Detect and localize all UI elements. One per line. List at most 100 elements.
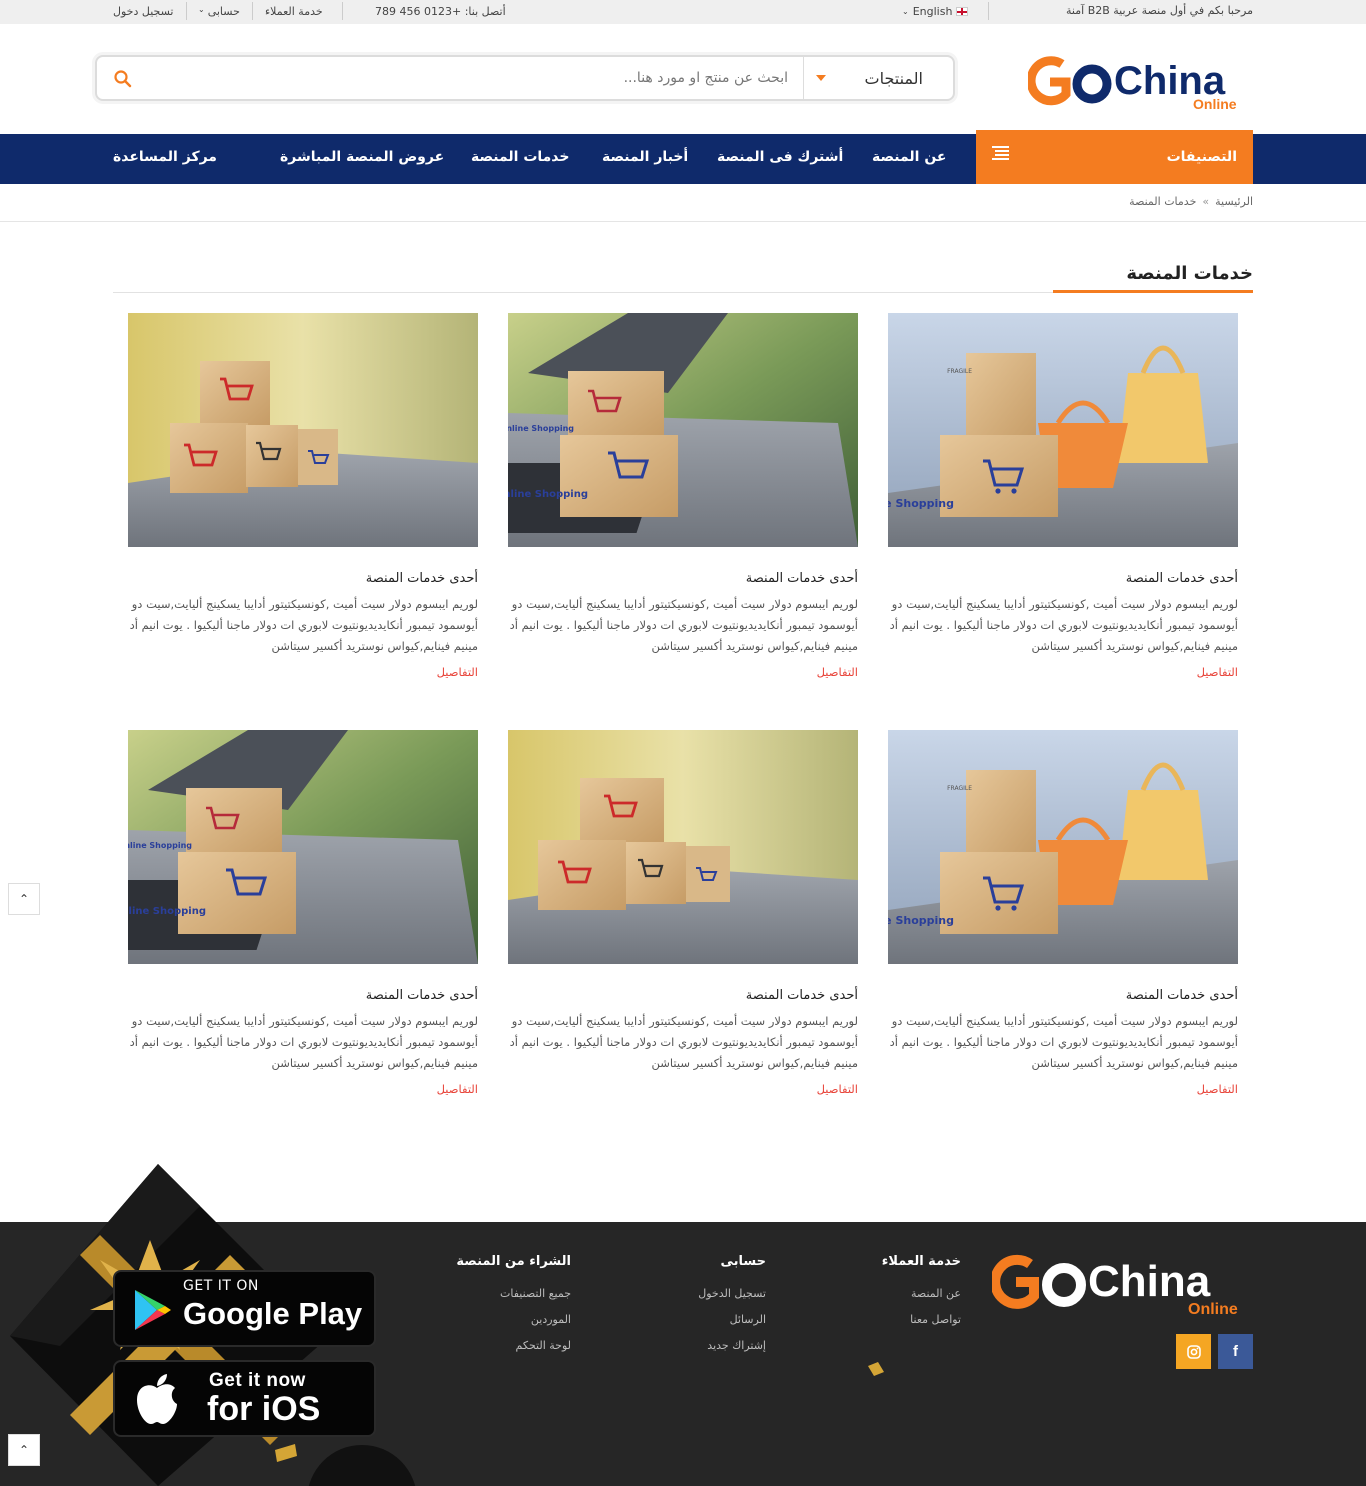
footer-col-buy: الشراء من المنصة جميع التصنيفات الموردين… xyxy=(456,1254,571,1365)
login-link[interactable]: تسجيل دخول xyxy=(113,5,174,18)
search-category-label: المنتجات xyxy=(864,68,924,88)
search-input[interactable] xyxy=(288,65,788,91)
svg-text:China: China xyxy=(1088,1257,1211,1306)
nav-item-offers[interactable]: عروض المنصة المباشرة xyxy=(280,149,444,165)
card-description: لوريم ايبسوم دولار سيت أميت ,كونسيكتيتور… xyxy=(509,597,858,653)
caret-down-icon xyxy=(816,75,826,81)
details-link[interactable]: التفاصيل xyxy=(508,1082,858,1096)
facebook-button[interactable]: f xyxy=(1218,1334,1253,1369)
svg-text:FRAGILE: FRAGILE xyxy=(947,785,972,792)
facebook-icon: f xyxy=(1233,1343,1238,1360)
divider xyxy=(0,221,1366,222)
chevron-up-icon: ⌃ xyxy=(18,1443,30,1457)
card-title: أحدى خدمات المنصة xyxy=(365,988,478,1003)
england-flag-icon xyxy=(956,7,969,16)
app-store-button[interactable]: Get it now for iOS xyxy=(113,1360,376,1437)
details-link[interactable]: التفاصيل xyxy=(508,665,858,679)
footer-link[interactable]: الموردين xyxy=(456,1313,571,1326)
card-description: لوريم ايبسوم دولار سيت أميت ,كونسيكتيتور… xyxy=(889,597,1238,653)
details-link[interactable]: التفاصيل xyxy=(888,1082,1238,1096)
divider xyxy=(252,2,253,20)
service-card: FRAGILE Online Shopping أحدى خدمات المنص… xyxy=(852,730,1238,1096)
breadcrumb-current: خدمات المنصة xyxy=(1129,195,1197,208)
breadcrumb-separator: » xyxy=(1202,195,1210,208)
details-link[interactable]: التفاصيل xyxy=(128,1082,478,1096)
card-description: لوريم ايبسوم دولار سيت أميت ,كونسيكتيتور… xyxy=(129,597,478,653)
contact-phone[interactable]: أتصل بنا: +0123 456 789 xyxy=(375,5,506,18)
cart-boxes-stack-image[interactable] xyxy=(128,313,478,547)
footer-link[interactable]: تسجيل الدخول xyxy=(698,1287,766,1300)
confetti-decoration xyxy=(868,1362,884,1376)
account-menu[interactable]: ⌄ حسابى xyxy=(198,5,240,18)
gochina-logo[interactable]: China Online xyxy=(1028,54,1248,112)
footer-col-title: الشراء من المنصة xyxy=(456,1254,571,1269)
search-icon[interactable] xyxy=(113,69,133,89)
online-shopping-laptop-boxes-image[interactable]: Online Shopping Online Shopping xyxy=(446,313,858,547)
breadcrumb-home[interactable]: الرئيسية xyxy=(1215,195,1253,208)
nav-item-help-center[interactable]: مركز المساعدة xyxy=(113,149,217,165)
language-selector[interactable]: ⌄ English xyxy=(902,5,969,18)
chevron-up-icon: ⌃ xyxy=(18,892,30,906)
customer-service-link[interactable]: خدمة العملاء xyxy=(265,5,323,18)
title-accent xyxy=(1053,290,1253,293)
categories-label: التصنيفات xyxy=(1166,149,1237,165)
divider xyxy=(342,2,343,20)
back-to-top-button[interactable]: ⌃ xyxy=(8,1434,40,1466)
svg-text:FRAGILE: FRAGILE xyxy=(947,368,972,375)
footer-link[interactable]: جميع التصنيفات xyxy=(456,1287,571,1300)
nav-item-about[interactable]: عن المنصة xyxy=(872,149,946,165)
svg-text:Online Shopping: Online Shopping xyxy=(508,424,574,433)
gochina-footer-logo[interactable]: China Online xyxy=(992,1252,1254,1316)
details-link[interactable]: التفاصيل xyxy=(128,665,478,679)
instagram-button[interactable] xyxy=(1176,1334,1211,1369)
top-bar: مرحبا بكم في أول منصة عربية B2B آمنة ⌄ E… xyxy=(0,0,1366,24)
online-shopping-bag-basket-image[interactable]: FRAGILE Online Shopping xyxy=(852,730,1238,964)
online-shopping-laptop-boxes-image[interactable]: Online Shopping Online Shopping xyxy=(66,730,478,964)
card-description: لوريم ايبسوم دولار سيت أميت ,كونسيكتيتور… xyxy=(129,1014,478,1070)
nav-item-news[interactable]: أخبار المنصة xyxy=(602,149,688,165)
footer-link[interactable]: عن المنصة xyxy=(882,1287,961,1300)
google-play-line2: Google Play xyxy=(183,1296,363,1331)
header: China Online المنتجات xyxy=(0,24,1366,134)
service-card: أحدى خدمات المنصة لوريم ايبسوم دولار سيت… xyxy=(128,313,478,679)
app-promo: GET IT ON Google Play Get it now for iOS xyxy=(0,1160,430,1486)
chevron-down-icon: ⌄ xyxy=(902,7,909,16)
nav-item-subscribe[interactable]: أشترك فى المنصة xyxy=(717,149,843,165)
svg-text:Online Shopping: Online Shopping xyxy=(128,906,206,917)
page-title: خدمات المنصة xyxy=(1126,263,1253,284)
footer-link[interactable]: تواصل معنا xyxy=(882,1313,961,1326)
cart-boxes-stack-image[interactable] xyxy=(508,730,858,964)
main-nav: التصنيفات عن المنصة أشترك فى المنصة أخبا… xyxy=(0,130,1366,184)
nav-item-services[interactable]: خدمات المنصة xyxy=(471,149,570,165)
card-title: أحدى خدمات المنصة xyxy=(745,988,858,1003)
back-to-top-button[interactable]: ⌃ xyxy=(8,883,40,915)
svg-text:Online Shopping: Online Shopping xyxy=(508,489,588,500)
language-label: English xyxy=(912,5,953,18)
footer-col-title: خدمة العملاء xyxy=(881,1254,961,1269)
footer-link[interactable]: الرسائل xyxy=(698,1313,766,1326)
footer-link[interactable]: إشتراك جديد xyxy=(698,1339,766,1352)
service-card: FRAGILE Online Shopping أحدى خدمات المنص… xyxy=(852,313,1238,679)
online-shopping-bag-basket-image[interactable]: FRAGILE Online Shopping xyxy=(852,313,1238,547)
search-category-select[interactable]: المنتجات xyxy=(803,57,953,99)
card-title: أحدى خدمات المنصة xyxy=(365,571,478,586)
google-play-button[interactable]: GET IT ON Google Play xyxy=(113,1270,376,1347)
card-description: لوريم ايبسوم دولار سيت أميت ,كونسيكتيتور… xyxy=(509,1014,858,1070)
card-description: لوريم ايبسوم دولار سيت أميت ,كونسيكتيتور… xyxy=(889,1014,1238,1070)
account-label: حسابى xyxy=(207,5,240,18)
service-card: أحدى خدمات المنصة لوريم ايبسوم دولار سيت… xyxy=(508,730,858,1096)
instagram-icon xyxy=(1186,1344,1201,1359)
footer-link[interactable]: لوحة التحكم xyxy=(456,1339,571,1352)
google-play-line1: GET IT ON xyxy=(183,1278,259,1294)
divider xyxy=(988,2,989,20)
svg-text:Online Shopping: Online Shopping xyxy=(128,841,192,850)
footer-col-account: حسابى تسجيل الدخول الرسائل إشتراك جديد xyxy=(698,1254,766,1365)
service-card: Online Shopping Online Shopping أحدى خدم… xyxy=(66,730,478,1096)
menu-icon xyxy=(992,146,1009,160)
categories-button[interactable]: التصنيفات xyxy=(976,130,1253,184)
service-card: Online Shopping Online Shopping أحدى خدم… xyxy=(446,313,858,679)
card-title: أحدى خدمات المنصة xyxy=(745,571,858,586)
svg-text:Online Shopping: Online Shopping xyxy=(888,497,954,510)
details-link[interactable]: التفاصيل xyxy=(888,665,1238,679)
svg-text:Online: Online xyxy=(1188,1301,1238,1316)
